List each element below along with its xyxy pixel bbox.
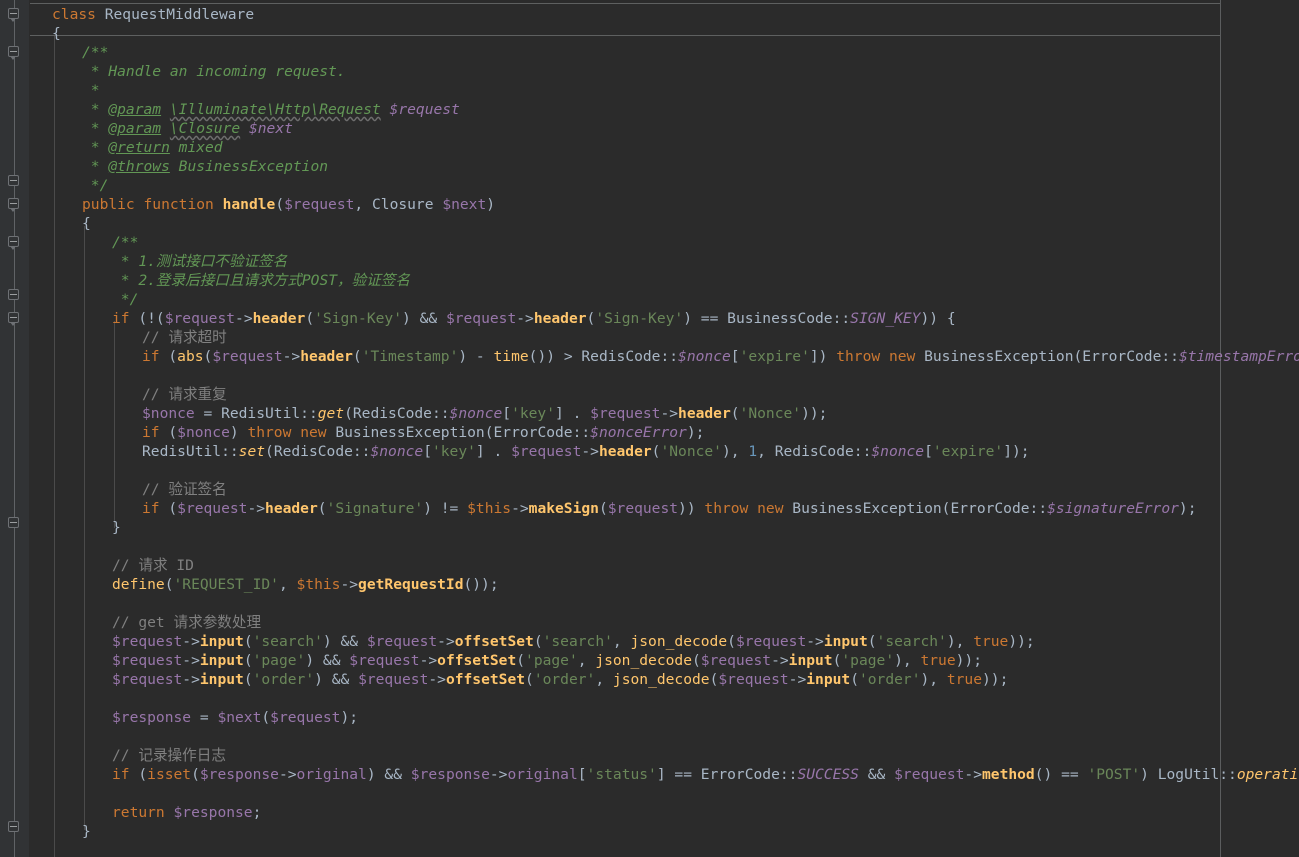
fold-collapse-icon[interactable]	[8, 8, 21, 22]
right-margin-guide	[1220, 0, 1221, 857]
fold-collapse-icon[interactable]	[8, 236, 21, 250]
minus-icon	[10, 51, 17, 52]
fold-end-icon[interactable]	[8, 289, 21, 302]
indent-guide	[84, 226, 85, 830]
fold-caret-icon	[10, 322, 16, 326]
code-editor: class RequestMiddleware{/** * Handle an …	[0, 0, 1299, 857]
fold-collapse-icon[interactable]	[8, 198, 21, 212]
minus-icon	[10, 826, 17, 827]
fold-collapse-icon[interactable]	[8, 312, 21, 326]
fold-caret-icon	[10, 56, 16, 60]
editor-code-area[interactable]	[30, 0, 1299, 857]
minus-icon	[10, 522, 17, 523]
fold-end-icon[interactable]	[8, 821, 21, 834]
minus-icon	[10, 13, 17, 14]
fold-end-icon[interactable]	[8, 517, 21, 530]
minus-icon	[10, 203, 17, 204]
indent-guide	[114, 321, 115, 528]
editor-gutter[interactable]	[0, 0, 30, 857]
minus-icon	[10, 241, 17, 242]
sticky-header-separator	[30, 3, 1220, 4]
fold-collapse-icon[interactable]	[8, 46, 21, 60]
sticky-header-separator	[30, 35, 1220, 36]
fold-thread-line	[14, 0, 15, 857]
minus-icon	[10, 317, 17, 318]
fold-caret-icon	[10, 18, 16, 22]
gutter-edge	[29, 0, 30, 857]
minus-icon	[10, 294, 17, 295]
minus-icon	[10, 180, 17, 181]
fold-caret-icon	[10, 208, 16, 212]
indent-guide	[54, 36, 55, 857]
fold-caret-icon	[10, 246, 16, 250]
fold-end-icon[interactable]	[8, 175, 21, 188]
